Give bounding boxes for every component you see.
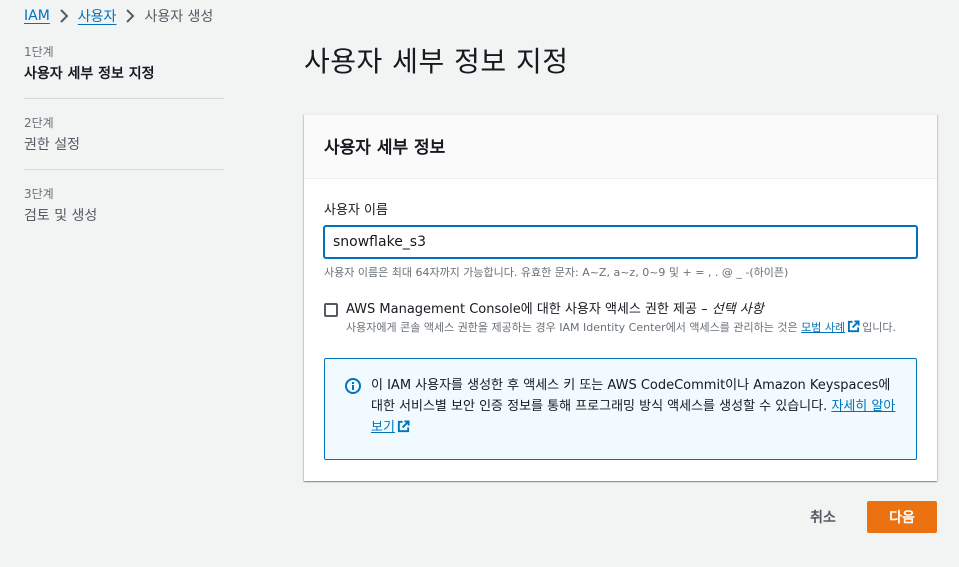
- card-header: 사용자 세부 정보: [304, 115, 937, 179]
- breadcrumb-iam-link[interactable]: IAM: [24, 8, 50, 24]
- breadcrumb-users-link[interactable]: 사용자: [78, 6, 117, 26]
- console-access-option: AWS Management Console에 대한 사용자 액세스 권한 제공…: [324, 300, 917, 338]
- optional-tag: 선택 사항: [711, 302, 764, 317]
- best-practice-link[interactable]: 모범 사례: [801, 321, 845, 334]
- step-number: 1단계: [24, 45, 54, 59]
- info-text: 이 IAM 사용자를 생성한 후 액세스 키 또는 AWS CodeCommit…: [371, 375, 896, 440]
- chevron-right-icon: [54, 9, 74, 23]
- chevron-right-icon: [120, 9, 140, 23]
- step-label: 사용자 세부 정보 지정: [24, 66, 155, 82]
- description-text: 사용자에게 콘솔 액세스 권한을 제공하는 경우 IAM Identity Ce…: [346, 321, 802, 334]
- wizard-steps: 1단계 사용자 세부 정보 지정 2단계 권한 설정 3단계 검토 및 생성: [24, 44, 224, 256]
- description-suffix: 입니다.: [862, 321, 896, 334]
- console-access-text: AWS Management Console에 대한 사용자 액세스 권한 제공…: [346, 300, 901, 338]
- username-hint: 사용자 이름은 최대 64자까지 가능합니다. 유효한 문자: A~Z, a~z…: [324, 266, 789, 279]
- next-button[interactable]: 다음: [867, 501, 937, 533]
- console-access-description: 사용자에게 콘솔 액세스 권한을 제공하는 경우 IAM Identity Ce…: [346, 320, 901, 338]
- step-number: 2단계: [24, 116, 54, 130]
- card-body: 사용자 이름 사용자 이름은 최대 64자까지 가능합니다. 유효한 문자: A…: [304, 179, 937, 478]
- info-icon: [345, 378, 363, 398]
- info-alert: 이 IAM 사용자를 생성한 후 액세스 키 또는 AWS CodeCommit…: [324, 358, 917, 460]
- console-access-label[interactable]: AWS Management Console에 대한 사용자 액세스 권한 제공…: [346, 300, 901, 320]
- info-message: 이 IAM 사용자를 생성한 후 액세스 키 또는 AWS CodeCommit…: [371, 378, 891, 414]
- cancel-button[interactable]: 취소: [790, 502, 856, 532]
- external-link-icon[interactable]: [847, 320, 860, 338]
- page-title: 사용자 세부 정보 지정: [304, 45, 569, 78]
- external-link-icon[interactable]: [397, 419, 410, 440]
- username-label: 사용자 이름: [324, 203, 388, 218]
- username-input[interactable]: [324, 226, 917, 258]
- step-label: 검토 및 생성: [24, 208, 98, 224]
- card-title: 사용자 세부 정보: [324, 138, 446, 158]
- step-number: 3단계: [24, 187, 54, 201]
- user-details-card: 사용자 세부 정보 사용자 이름 사용자 이름은 최대 64자까지 가능합니다.…: [304, 114, 937, 481]
- console-access-label-text: AWS Management Console에 대한 사용자 액세스 권한 제공…: [346, 302, 712, 317]
- step-label: 권한 설정: [24, 137, 80, 153]
- step-2: 2단계 권한 설정: [24, 115, 224, 170]
- step-3: 3단계 검토 및 생성: [24, 186, 224, 240]
- step-1: 1단계 사용자 세부 정보 지정: [24, 44, 224, 99]
- breadcrumb-current: 사용자 생성: [144, 9, 214, 25]
- console-access-checkbox[interactable]: [324, 303, 338, 317]
- breadcrumb: IAM 사용자 사용자 생성: [24, 6, 213, 26]
